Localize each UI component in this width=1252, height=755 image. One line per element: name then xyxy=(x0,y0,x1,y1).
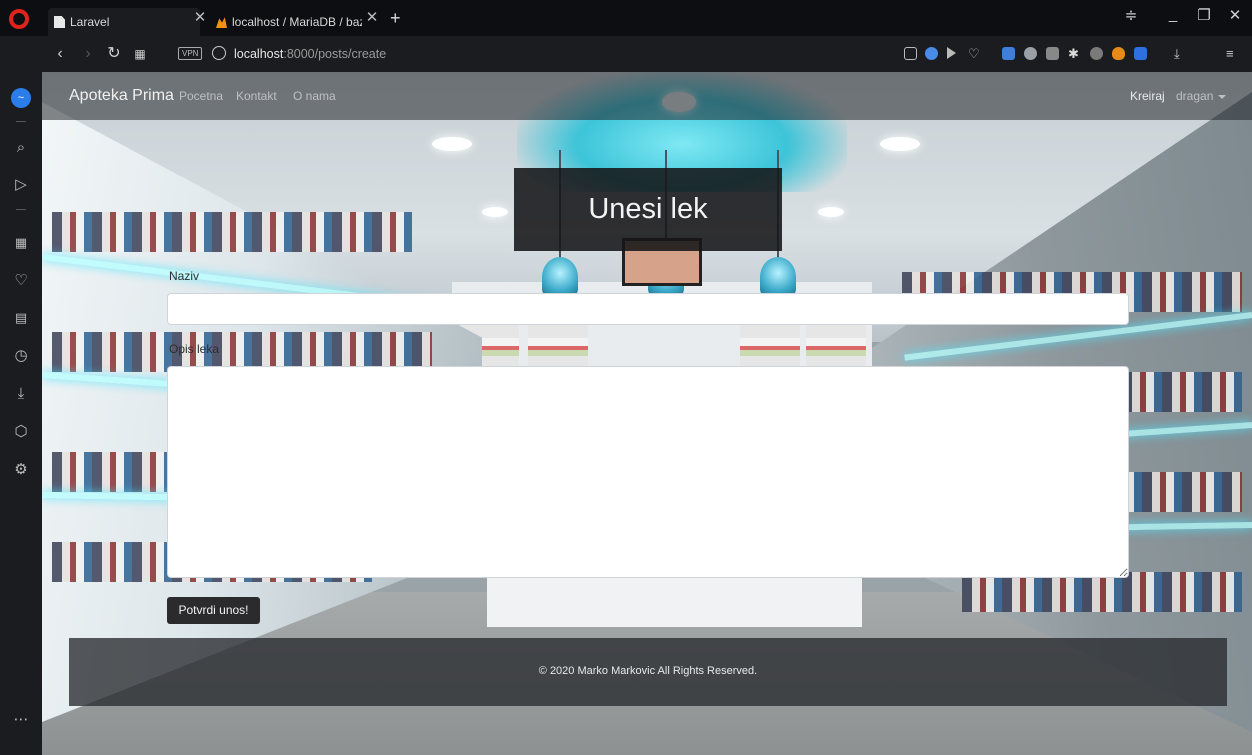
top-navbar: Apoteka Prima Pocetna Kontakt O nama Kre… xyxy=(42,72,1252,120)
nav-link-about[interactable]: O nama xyxy=(293,88,336,104)
footer-copyright: © 2020 Marko Markovic All Rights Reserve… xyxy=(538,665,758,677)
snapshot-icon[interactable] xyxy=(904,47,917,60)
user-name: dragan xyxy=(1176,89,1214,103)
more-icon[interactable]: ⋯ xyxy=(11,710,31,730)
address-bar: ‹ › ↻ ▦ VPN localhost:8000/posts/create … xyxy=(0,36,1252,72)
extension-icon[interactable] xyxy=(1090,47,1103,60)
brand-link[interactable]: Apoteka Prima xyxy=(69,86,174,106)
opera-logo-icon[interactable] xyxy=(9,9,29,29)
description-label: Opis leka xyxy=(169,342,220,356)
sidebar-divider xyxy=(16,121,26,122)
extension-icon[interactable] xyxy=(1024,47,1037,60)
sidebar-divider xyxy=(16,209,26,210)
tab-phpmyadmin[interactable]: localhost / MariaDB / bazar xyxy=(210,8,362,36)
globe-icon[interactable] xyxy=(212,46,226,60)
shield-icon[interactable] xyxy=(925,47,938,60)
name-label: Naziv xyxy=(169,269,200,283)
puzzle-icon[interactable]: ✱ xyxy=(1068,47,1081,60)
settings-gear-icon[interactable]: ⚙ xyxy=(11,460,31,480)
caret-down-icon xyxy=(1218,94,1227,99)
page-title: Unesi lek xyxy=(514,168,782,251)
forward-icon[interactable]: › xyxy=(78,44,98,64)
opera-sidebar: ~ ⌕ ▷ ▦ ♡ ▤ ◷ ⤓ ⬡ ⚙ ⋯ xyxy=(0,72,42,755)
name-input[interactable] xyxy=(167,293,1129,325)
search-icon[interactable]: ⌕ xyxy=(11,138,31,158)
close-tab-icon[interactable]: ✕ xyxy=(193,8,207,28)
speed-dial-icon[interactable]: ▦ xyxy=(130,44,150,64)
speed-dial-icon[interactable]: ▦ xyxy=(11,233,31,253)
reload-icon[interactable]: ↻ xyxy=(104,44,124,64)
tab-menu-icon[interactable]: ≑ xyxy=(1120,6,1142,24)
messenger-icon[interactable]: ~ xyxy=(11,88,31,108)
tab-title: localhost / MariaDB / bazar xyxy=(232,15,362,29)
easy-setup-icon[interactable]: ≡ xyxy=(1226,47,1239,60)
url-host: localhost xyxy=(234,47,284,61)
browser-tab-strip: Laravel ✕ localhost / MariaDB / bazar ✕ … xyxy=(0,0,1252,36)
download-icon[interactable]: ⤓ xyxy=(1174,47,1187,60)
extension-icon[interactable] xyxy=(1002,47,1015,60)
restore-icon[interactable]: ❐ xyxy=(1193,6,1215,24)
nav-link-contact[interactable]: Kontakt xyxy=(236,88,277,104)
close-tab-icon[interactable]: ✕ xyxy=(365,8,379,28)
page-icon xyxy=(54,16,65,28)
extensions-cube-icon[interactable]: ⬡ xyxy=(11,422,31,442)
minimize-icon[interactable]: _ xyxy=(1162,6,1184,23)
description-textarea[interactable] xyxy=(167,366,1129,578)
url-field[interactable]: localhost:8000/posts/create xyxy=(234,45,386,63)
heart-icon[interactable]: ♡ xyxy=(968,47,981,60)
new-tab-icon[interactable]: + xyxy=(390,8,401,28)
extension-icon[interactable] xyxy=(1134,47,1147,60)
nav-link-create[interactable]: Kreiraj xyxy=(1130,88,1165,104)
tab-laravel[interactable]: Laravel xyxy=(48,8,200,36)
submit-button[interactable]: Potvrdi unos! xyxy=(167,597,260,624)
heart-icon[interactable]: ♡ xyxy=(11,271,31,291)
page-viewport: Apoteka Prima Pocetna Kontakt O nama Kre… xyxy=(42,72,1252,755)
back-icon[interactable]: ‹ xyxy=(50,44,70,64)
page-footer: © 2020 Marko Markovic All Rights Reserve… xyxy=(69,638,1227,706)
send-icon[interactable]: ▷ xyxy=(11,175,31,195)
history-icon[interactable]: ◷ xyxy=(11,346,31,366)
user-dropdown[interactable]: dragan xyxy=(1176,88,1227,104)
extension-icon[interactable] xyxy=(1046,47,1059,60)
phpmyadmin-icon xyxy=(216,17,227,28)
vpn-badge[interactable]: VPN xyxy=(178,47,203,60)
news-icon[interactable]: ▤ xyxy=(11,308,31,328)
close-window-icon[interactable]: ✕ xyxy=(1224,6,1246,24)
tab-title: Laravel xyxy=(70,15,110,29)
download-icon[interactable]: ⤓ xyxy=(11,384,31,404)
url-path: :8000/posts/create xyxy=(283,47,387,61)
send-icon[interactable] xyxy=(947,47,956,59)
nav-link-home[interactable]: Pocetna xyxy=(179,88,223,104)
extension-icon[interactable] xyxy=(1112,47,1125,60)
